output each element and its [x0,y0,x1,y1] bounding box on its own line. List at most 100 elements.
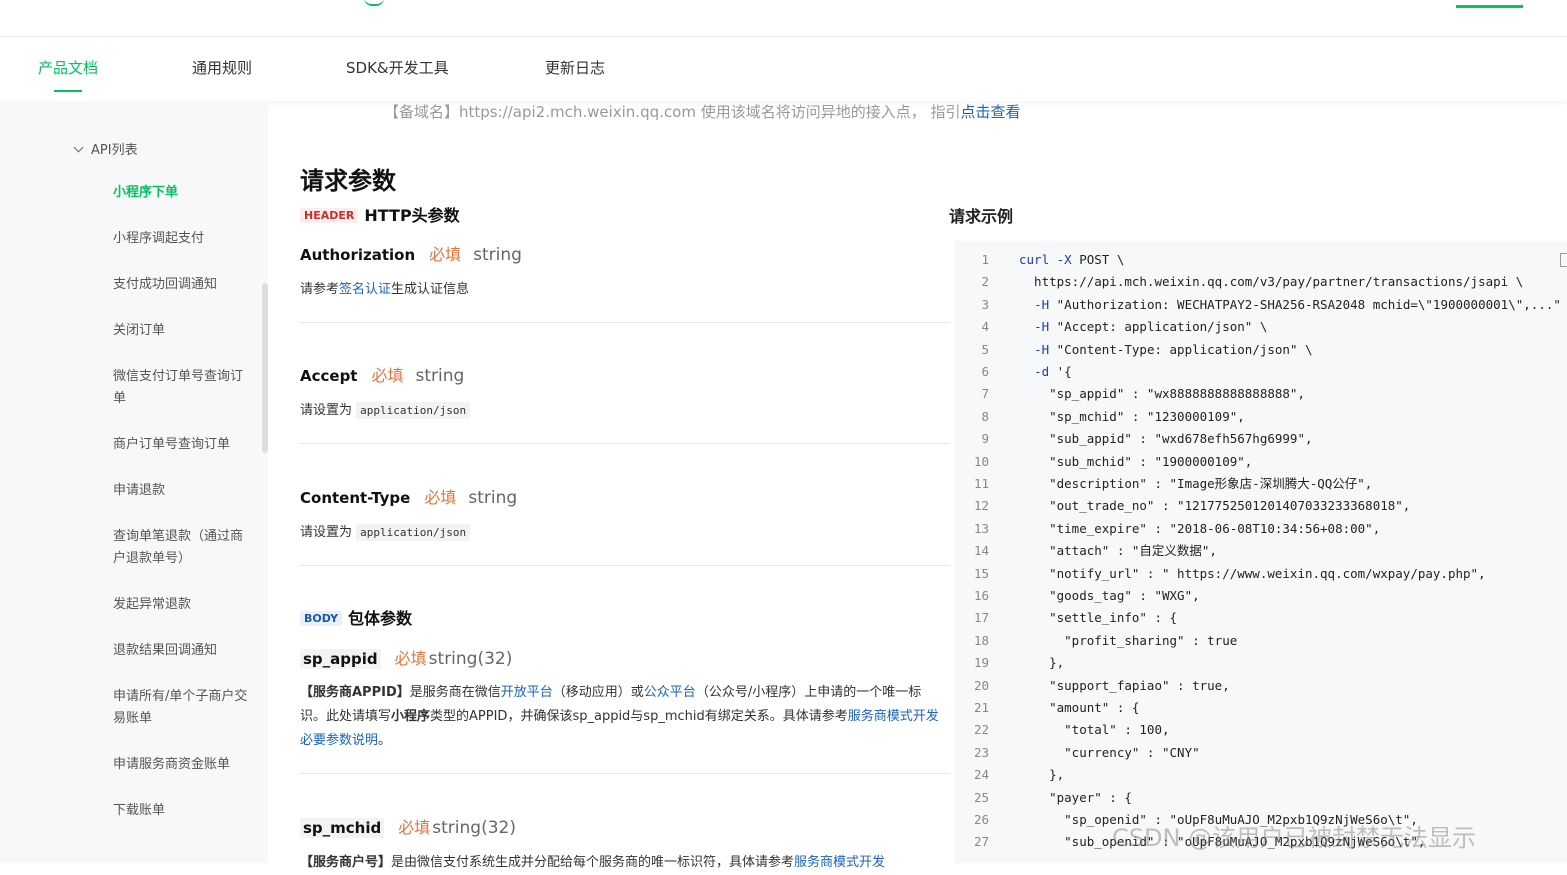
required-label: 必填 [429,245,462,264]
header-tag: HEADER [300,208,359,223]
code-text: "payer" : { [1019,789,1132,805]
line-number: 9 [981,431,989,447]
param-accept: Accept 必填 string [300,362,464,386]
code-line: 9 "sub_appid" : "wxd678efh567hg6999", [955,428,1567,450]
code-line: 18 "profit_sharing" : true [955,630,1567,652]
official-platform-link[interactable]: 公众平台 [644,685,696,700]
backup-domain-link[interactable]: 点击查看 [960,103,1020,121]
code-line: 3 -H "Authorization: WECHATPAY2-SHA256-R… [955,294,1567,316]
line-number: 17 [973,610,989,626]
sidebar-item-download-bill[interactable]: 下载账单 [113,800,253,822]
divider [300,443,950,444]
code-text: "attach" : "自定义数据", [1019,543,1217,559]
sidebar-item-invoke-payment[interactable]: 小程序调起支付 [113,228,253,250]
sidebar-group-label: API列表 [91,143,138,158]
line-number: 18 [973,632,989,648]
code-text: "sp_appid" : "wx8888888888888888", [1019,386,1305,402]
code-line: 4 -H "Accept: application/json" \ [955,316,1567,338]
signature-auth-link[interactable]: 签名认证 [339,282,391,297]
code-text: "out_trade_no" : "1217752501201407033233… [1019,498,1411,514]
code-text: "description" : "Image形象店-深圳腾大-QQ公仔", [1019,476,1373,491]
line-number: 2 [981,274,989,290]
backup-domain-note: 【备域名】https://api2.mch.weixin.qq.com 使用该域… [384,101,1020,122]
desc-bold: 小程序 [391,709,431,724]
sidebar-scrollbar[interactable] [262,283,268,453]
inline-code: application/json [356,524,471,541]
desc-text: 生成认证信息 [391,282,470,297]
header-params-heading: HEADER HTTP头参数 [300,202,460,226]
line-number: 20 [973,677,989,693]
code-line: 15 "notify_url" : " https://www.weixin.q… [955,563,1567,585]
main-content: 【备域名】https://api2.mch.weixin.qq.com 使用该域… [270,101,1020,870]
sidebar-item-refund-notify[interactable]: 退款结果回调通知 [113,640,253,662]
body-params-heading: BODY 包体参数 [300,605,412,629]
sidebar-item-query-by-out-trade-no[interactable]: 商户订单号查询订单 [113,434,253,456]
request-example-code[interactable]: 1 curl -X POST \ 2 https://api.mch.weixin.… [955,241,1567,863]
code-text: -d '{ [1034,364,1072,379]
divider [300,565,950,566]
code-line: 12 "out_trade_no" : "1217752501201407033… [955,495,1567,517]
code-line: 25 "payer" : { [955,787,1567,809]
line-number: 21 [973,700,989,715]
tab-common-rules[interactable]: 通用规则 [192,57,252,78]
sidebar-item-mini-program-order[interactable]: 小程序下单 [113,182,253,204]
desc-text: 类型的APPID，并确保该sp_appid与sp_mchid有绑定关系。具体请参… [430,709,848,724]
code-text: https://api.mch.weixin.qq.com/v3/pay/par… [1019,274,1524,290]
body-params-label: 包体参数 [348,609,413,628]
param-type: string(32) [428,649,513,669]
page-title: 请求参数 [300,167,396,195]
code-line: 5 -H "Content-Type: application/json" \ [955,339,1567,361]
sidebar-item-fund-bill[interactable]: 申请服务商资金账单 [113,754,253,776]
code-line: 16 "goods_tag" : "WXG", [955,585,1567,607]
desc-text: 。 [378,733,392,748]
logo-icon[interactable] [364,0,384,6]
code-line: 19 }, [955,652,1567,674]
code-line: 17 "settle_info" : { [955,607,1567,629]
code-line: 2 https://api.mch.weixin.qq.com/v3/pay/p… [955,271,1567,293]
tab-changelog[interactable]: 更新日志 [545,57,605,78]
sidebar-item-query-by-transaction-id[interactable]: 微信支付订单号查询订单 [113,366,253,410]
code-text: "amount" : { [1019,700,1140,715]
line-number: 10 [973,453,989,469]
code-line: 1 curl -X POST \ [955,249,1567,271]
sidebar-group-api-list[interactable]: API列表 [73,139,138,158]
line-number: 23 [973,744,989,760]
code-line: 13 "time_expire" : "2018-06-08T10:34:56+… [955,518,1567,540]
code-line: 14 "attach" : "自定义数据", [955,540,1567,562]
divider [300,322,950,323]
tab-sdk-tools[interactable]: SDK&开发工具 [346,57,449,78]
desc-bold: 【服务商APPID】 [300,685,410,700]
sidebar-item-abnormal-refund[interactable]: 发起异常退款 [113,594,253,616]
sidebar-item-trade-bill[interactable]: 申请所有/单个子商户交易账单 [113,686,253,730]
code-text: "currency" : "CNY" [1019,744,1200,760]
line-number: 13 [973,520,989,536]
divider [300,773,950,774]
code-text: }, [1019,655,1065,671]
param-name: Authorization [300,246,416,264]
param-type: string [415,366,465,386]
code-line: 24 }, [955,764,1567,786]
sidebar-item-payment-notify[interactable]: 支付成功回调通知 [113,274,253,296]
code-line: 6 -d '{ [955,361,1567,383]
desc-text: 请设置为 [300,403,353,418]
tab-product-docs[interactable]: 产品文档 [38,57,98,92]
param-content-type: Content-Type 必填 string [300,484,517,508]
sidebar-item-refund[interactable]: 申请退款 [113,480,253,502]
line-number: 22 [973,722,989,738]
sidebar: API列表 小程序下单 小程序调起支付 支付成功回调通知 关闭订单 微信支付订单… [0,103,268,863]
open-platform-link[interactable]: 开放平台 [501,685,553,700]
desc-text: （移动应用）或 [552,685,644,700]
request-example-title: 请求示例 [949,207,1014,226]
watermark: CSDN @该用户已被封禁无法显示 [1112,824,1477,852]
top-header [0,0,1567,37]
param-sp-appid: sp_appid 必填 string(32) [300,645,512,669]
code-line: 11 "description" : "Image形象店-深圳腾大-QQ公仔", [955,473,1567,495]
required-label: 必填 [398,818,431,837]
code-text: "support_fapiao" : true, [1019,677,1230,693]
backup-domain-text: 【备域名】https://api2.mch.weixin.qq.com 使用该域… [384,103,961,121]
code-text: -H "Accept: application/json" \ [1034,319,1268,335]
sidebar-item-close-order[interactable]: 关闭订单 [113,320,253,342]
code-text: "sub_appid" : "wxd678efh567hg6999", [1019,431,1313,447]
sidebar-item-query-refund[interactable]: 查询单笔退款（通过商户退款单号） [113,526,253,570]
code-text: "notify_url" : " https://www.weixin.qq.c… [1019,565,1486,581]
